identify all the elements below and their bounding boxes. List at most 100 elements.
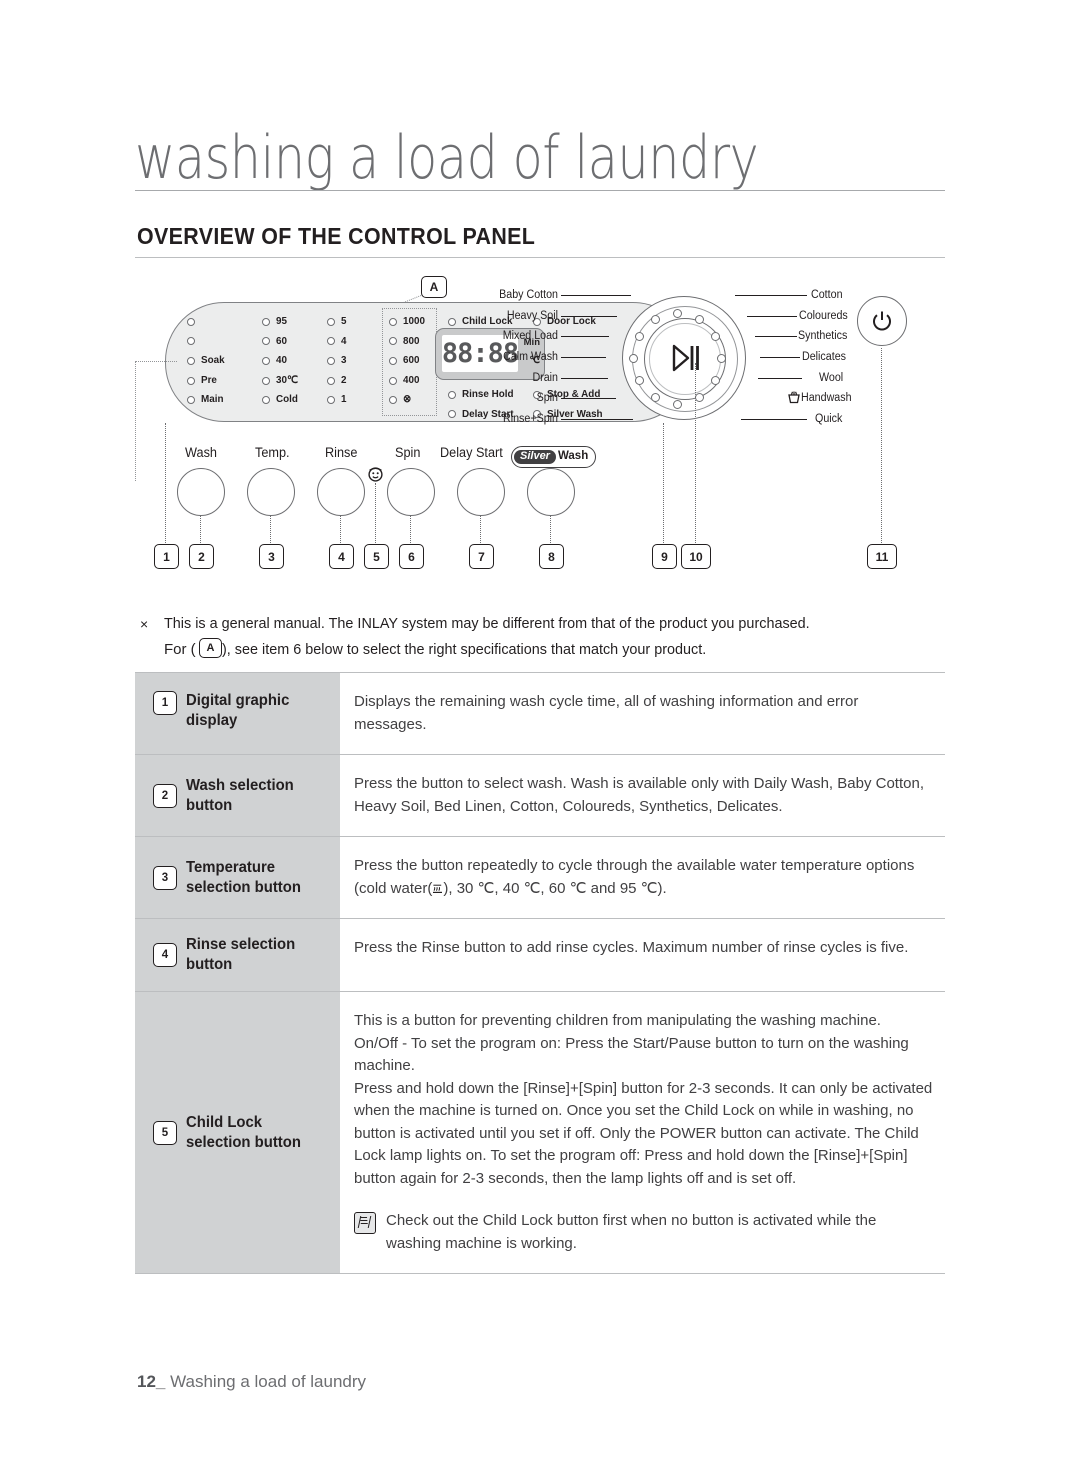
dial-hole <box>711 332 720 341</box>
delay-start-button[interactable] <box>457 468 505 516</box>
leader-line <box>760 357 800 358</box>
led-indicator-icon <box>187 396 195 405</box>
led-row: 1 <box>327 390 347 410</box>
spin-selection-button[interactable] <box>387 468 435 516</box>
power-button[interactable] <box>857 296 907 346</box>
connector-3 <box>270 515 271 543</box>
childlock-para-2: On/Off - To set the program on: Press th… <box>354 1034 909 1075</box>
cold-water-icon <box>432 879 443 893</box>
note-badge-a: A <box>199 638 222 658</box>
childlock-note-text: Check out the Child Lock button first wh… <box>386 1212 877 1252</box>
dial-label-spin: Spin <box>536 392 558 404</box>
table-row: 3 Temperature selection button Press the… <box>135 836 945 918</box>
led-row: 3 <box>327 351 347 371</box>
dial-label-handwash: Handwash <box>801 392 852 404</box>
leader-line <box>561 316 617 317</box>
row-description: Press the button to select wash. Wash is… <box>354 775 924 815</box>
knob-label-spin: Spin <box>395 445 421 460</box>
program-selector-dial[interactable] <box>622 296 746 420</box>
led-column-temp: 95 60 40 30℃ Cold <box>262 312 299 410</box>
row-label: Temperature selection button <box>186 858 301 898</box>
row-description-cell: This is a button for preventing children… <box>340 992 945 1273</box>
wash-selection-button[interactable] <box>177 468 225 516</box>
led-row: Cold <box>262 390 299 410</box>
leader-line <box>561 357 606 358</box>
dial-hole <box>635 376 644 385</box>
dial-label-wool: Wool <box>819 372 844 384</box>
led-indicator-icon <box>262 396 270 405</box>
led-row: 30℃ <box>262 371 299 391</box>
row-label-cell: 4 Rinse selection button <box>135 919 340 991</box>
connector-1 <box>165 423 166 543</box>
title-divider <box>135 190 945 191</box>
connector-9 <box>663 423 664 543</box>
callout-a-badge: A <box>421 276 447 298</box>
led-row: 600 <box>389 351 426 371</box>
dial-label-baby-cotton: Baby Cotton <box>499 289 558 301</box>
note-marker: × <box>140 616 149 632</box>
leader-line <box>735 295 807 296</box>
dial-hole <box>651 393 660 402</box>
dial-label-rinse-spin: Rinse+Spin <box>502 413 558 425</box>
dial-hole <box>651 315 660 324</box>
led-row <box>187 312 226 332</box>
leader-line <box>561 378 608 379</box>
led-indicator-icon <box>389 376 397 385</box>
callout-number-1: 1 <box>154 544 179 569</box>
led-row: 2 <box>327 371 347 391</box>
temp-selection-button[interactable] <box>247 468 295 516</box>
led-row: 800 <box>389 332 426 352</box>
silverwash-pill-label: Silver <box>514 449 556 465</box>
knob-label-wash: Wash <box>185 445 217 460</box>
led-indicator-icon <box>327 376 335 385</box>
leader-line <box>561 336 609 337</box>
knob-label-rinse: Rinse <box>325 445 358 460</box>
note-line-2-after: ), see item 6 below to select the right … <box>222 641 707 658</box>
callout-number-3: 3 <box>259 544 284 569</box>
dial-hole <box>711 376 720 385</box>
start-pause-button[interactable] <box>623 297 745 419</box>
dial-label-coloureds: Coloureds <box>799 310 848 322</box>
led-indicator-icon <box>448 410 456 419</box>
dial-hole <box>673 309 682 318</box>
led-indicator-icon <box>389 337 397 346</box>
callout-number-10: 10 <box>681 544 711 569</box>
knob-label-temp: Temp. <box>255 445 290 460</box>
led-row: ⊗ <box>389 390 426 410</box>
led-row: 4 <box>327 332 347 352</box>
connector-2 <box>200 515 201 543</box>
led-indicator-icon <box>327 356 335 365</box>
control-panel-diagram: A Soak Pre Main 95 60 40 30℃ Cold 5 4 3 … <box>135 268 945 598</box>
page-title: washing a load of laundry <box>135 123 759 193</box>
led-indicator-icon <box>389 317 397 326</box>
row-label-cell: 1 Digital graphic display <box>135 673 340 754</box>
power-icon <box>873 311 891 331</box>
row-label-line2: selection button <box>186 1133 301 1151</box>
connector-10 <box>695 363 696 543</box>
led-row: Soak <box>187 351 226 371</box>
table-row: 5 Child Lock selection button This is a … <box>135 991 945 1273</box>
rinse-selection-button[interactable] <box>317 468 365 516</box>
dial-hole <box>695 393 704 402</box>
control-panel-table: 1 Digital graphic display Displays the r… <box>135 672 945 1274</box>
row-label-line2: selection button <box>186 878 301 896</box>
knob-label-delay-start: Delay Start <box>440 445 503 460</box>
row-label-cell: 3 Temperature selection button <box>135 837 340 918</box>
row-label: Digital graphic display <box>186 691 289 731</box>
section-divider <box>135 257 945 258</box>
led-indicator-icon <box>327 337 335 346</box>
row-description-cell: Press the button to select wash. Wash is… <box>340 755 945 836</box>
childlock-para-3: Press and hold down the [Rinse]+[Spin] b… <box>354 1079 933 1187</box>
led-indicator-icon <box>187 317 195 326</box>
dial-hole <box>717 354 726 363</box>
led-indicator-icon <box>262 337 270 346</box>
dial-label-heavy-soil: Heavy Soil <box>506 310 558 322</box>
row-number-badge: 1 <box>153 691 177 715</box>
silverwash-button[interactable] <box>527 468 575 516</box>
row-label-line1: Child Lock <box>186 1113 263 1131</box>
led-row: Pre <box>187 371 226 391</box>
table-row: 2 Wash selection button Press the button… <box>135 754 945 836</box>
row-description-cell: Press the Rinse button to add rinse cycl… <box>340 919 945 991</box>
silverwash-tail-label: Wash <box>557 450 589 463</box>
silverwash-badge: Silver Wash <box>511 446 597 468</box>
